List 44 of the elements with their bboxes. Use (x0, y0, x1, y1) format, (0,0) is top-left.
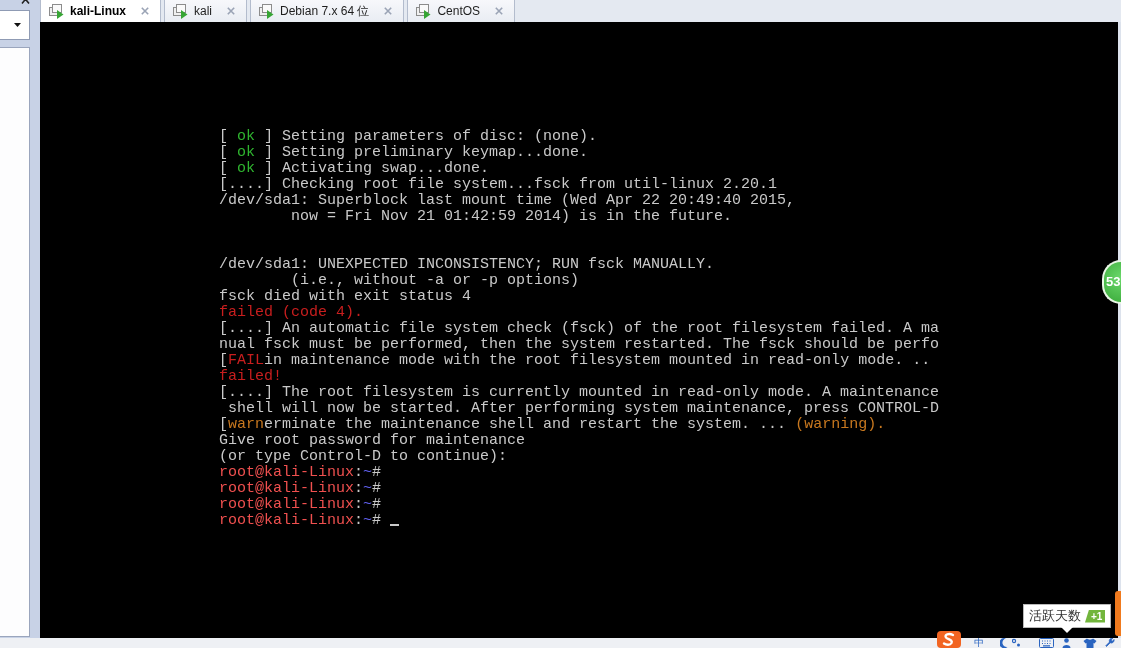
moon-icon[interactable] (1000, 638, 1008, 648)
chevron-icon[interactable] (21, 0, 30, 4)
window-play-icon (49, 3, 64, 19)
tab[interactable]: kali-Linux (40, 0, 161, 22)
console-line: root@kali-Linux:~# (219, 465, 382, 481)
console-line: (or type Control-D to continue): (219, 449, 508, 465)
tab[interactable]: Debian 7.x 64 位 (250, 0, 405, 22)
console-line: root@kali-Linux:~# (219, 497, 382, 513)
console-line: nual fsck must be performed, then the system restarted. The fsck should be perfo (219, 337, 940, 353)
console-line: [....] Checking root file system...fsck from util-linux 2.20.1 (219, 177, 778, 193)
console-line: (i.e., without -a or -p options) (290, 273, 580, 289)
console-line: [....] An automatic file system check (fsck) of the root filesystem failed. A ma (219, 321, 940, 337)
window-play-icon (259, 3, 275, 19)
console-line: root@kali-Linux:~# (219, 513, 382, 529)
keyboard-icon[interactable] (1039, 638, 1054, 648)
console-line: /dev/sda1: Superblock last mount time (Wed Apr 22 20:49:40 2015, (219, 193, 796, 209)
tooltip-text: 活跃天数 (1029, 608, 1081, 624)
tab[interactable]: kali (164, 0, 248, 22)
console-line: [FAILin maintenance mode with the root filesystem mounted in read-only mode. .. (219, 353, 931, 369)
person-icon[interactable] (1062, 638, 1071, 648)
console-line: failed (code 4). (219, 305, 364, 321)
count-badge: +1 (1085, 609, 1106, 623)
console-line: [ ok ] Setting preliminary keymap...done. (219, 145, 589, 161)
console-line: [....] The root filesystem is currently mounted in read-only mode. A maintenance (219, 385, 940, 401)
wrench-icon[interactable] (1105, 638, 1115, 648)
console-line: root@kali-Linux:~# (219, 481, 382, 497)
window-play-icon (173, 3, 188, 19)
console-line: failed! (219, 369, 282, 385)
dropdown-field[interactable] (0, 10, 30, 40)
input-mode-toggle[interactable]: 中 (974, 638, 984, 648)
console-line: [ ok ] Setting parameters of disc: (none). (219, 129, 598, 145)
console-line: /dev/sda1: UNEXPECTED INCONSISTENCY; RUN fsck MANUALLY. (219, 257, 715, 273)
punctuation-icon[interactable] (1012, 638, 1021, 648)
caret-icon (14, 23, 21, 27)
console-line: shell will now be started. After performing system maintenance, press CONTROL-D (227, 401, 940, 417)
shirt-icon[interactable] (1083, 638, 1097, 648)
tab[interactable]: CentOS (407, 0, 516, 22)
console-line: [warnerminate the maintenance shell and restart the system. ... (warning). (219, 417, 886, 433)
window-play-icon (416, 3, 432, 19)
console-line: Give root password for maintenance (219, 433, 526, 449)
console-line: now = Fri Nov 21 01:42:59 2014) is in the future. (290, 209, 733, 225)
logo-icon[interactable] (937, 631, 961, 648)
console-line: [ ok ] Activating swap...done. (219, 161, 490, 177)
console-line: fsck died with exit status 4 (219, 289, 472, 305)
